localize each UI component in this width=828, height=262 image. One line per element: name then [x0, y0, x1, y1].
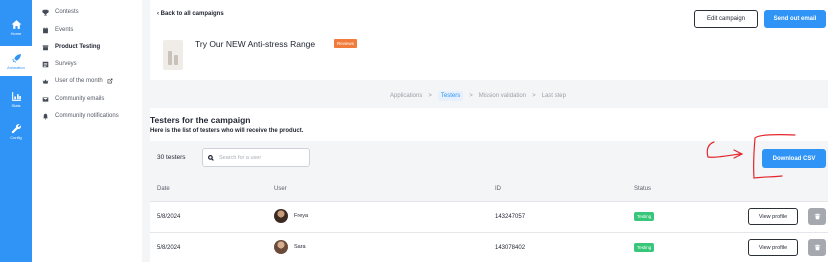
- submenu-item-surveys[interactable]: Surveys: [42, 58, 77, 70]
- download-csv-button[interactable]: Download CSV: [762, 149, 826, 168]
- box-icon: [42, 44, 49, 51]
- table-header: Date User ID Status: [150, 177, 828, 201]
- table-row: 5/8/2024 Sara 143078402 Testing View pro…: [150, 232, 828, 262]
- search-input[interactable]: [219, 154, 304, 161]
- rail-item-stats[interactable]: Stats: [0, 84, 32, 114]
- external-link-icon[interactable]: [107, 78, 113, 84]
- trash-icon: [814, 213, 820, 220]
- status-badge: Testing: [634, 212, 655, 221]
- user-name: Sara: [294, 244, 306, 250]
- step-applications[interactable]: Applications: [390, 93, 422, 99]
- row-id: 143247057: [495, 214, 526, 220]
- nav-rail: Home Animation Stats Config: [0, 0, 32, 262]
- submenu-label: Events: [55, 27, 74, 33]
- campaign-header: ‹ Back to all campaigns Edit campaign Se…: [150, 0, 828, 80]
- app: Home Animation Stats Config Contests Eve…: [0, 0, 828, 262]
- submenu-item-community-notifications[interactable]: Community notifications: [42, 110, 119, 122]
- avatar: [274, 209, 288, 223]
- crown-icon: [42, 78, 49, 85]
- column-id[interactable]: ID: [495, 186, 501, 192]
- wrench-icon: [11, 123, 21, 133]
- step-testers[interactable]: Testers: [437, 91, 464, 101]
- table-row: 5/8/2024 Freya 143247057 Testing View pr…: [150, 201, 828, 232]
- rail-label: Stats: [11, 102, 21, 108]
- user-name: Freya: [294, 213, 309, 219]
- step-last-step[interactable]: Last step: [542, 93, 566, 99]
- step-mission-validation[interactable]: Mission validation: [479, 93, 526, 99]
- search-icon: [208, 154, 214, 161]
- testers-count: 30 testers: [157, 154, 186, 161]
- column-user[interactable]: User: [274, 186, 287, 192]
- product-image: [163, 40, 183, 70]
- submenu-item-product-testing[interactable]: Product Testing: [42, 41, 100, 53]
- calendar-icon: [42, 27, 49, 34]
- rail-label: Home: [10, 30, 22, 36]
- submenu-item-user-of-the-month[interactable]: User of the month: [42, 75, 113, 87]
- step-separator: >: [532, 93, 536, 99]
- row-id: 143078402: [495, 245, 526, 251]
- survey-icon: [42, 61, 49, 68]
- submenu-item-events[interactable]: Events: [42, 24, 73, 36]
- delete-button[interactable]: [808, 239, 826, 256]
- mail-icon: [42, 96, 49, 103]
- trophy-icon: [42, 9, 49, 16]
- section-title: Testers for the campaign: [150, 115, 251, 125]
- main-content: ‹ Back to all campaigns Edit campaign Se…: [142, 0, 828, 262]
- avatar: [274, 240, 288, 254]
- edit-campaign-button[interactable]: Edit campaign: [694, 10, 758, 28]
- submenu-label: Surveys: [55, 61, 77, 67]
- column-date[interactable]: Date: [157, 186, 170, 192]
- step-separator: >: [469, 93, 473, 99]
- section-subtitle: Here is the list of testers who will rec…: [150, 128, 304, 134]
- rail-label: Animation: [7, 64, 25, 70]
- view-profile-button[interactable]: View profile: [748, 208, 798, 225]
- rail-item-animation[interactable]: Animation: [0, 46, 32, 76]
- back-to-campaigns-link[interactable]: ‹ Back to all campaigns: [157, 11, 224, 17]
- step-separator: >: [428, 93, 432, 99]
- row-date: 5/8/2024: [157, 214, 181, 220]
- submenu-label: Contests: [55, 9, 79, 15]
- row-user[interactable]: Sara: [274, 240, 306, 254]
- step-breadcrumb: Applications > Testers > Mission validat…: [390, 91, 566, 101]
- column-status[interactable]: Status: [634, 186, 651, 192]
- trash-icon: [814, 244, 820, 251]
- rail-item-config[interactable]: Config: [0, 116, 32, 146]
- row-date: 5/8/2024: [157, 245, 181, 251]
- row-user[interactable]: Freya: [274, 209, 308, 223]
- user-search[interactable]: [202, 148, 310, 167]
- delete-button[interactable]: [808, 208, 826, 225]
- submenu-item-community-emails[interactable]: Community emails: [42, 93, 104, 105]
- submenu-label: Product Testing: [55, 44, 101, 50]
- submenu-label: Community notifications: [55, 113, 119, 119]
- sub-navigation: Contests Events Product Testing Surveys …: [32, 0, 142, 262]
- status-badge: Testing: [634, 243, 655, 252]
- bell-icon: [42, 113, 49, 120]
- chart-icon: [11, 91, 21, 101]
- testers-section: Testers for the campaign Here is the lis…: [150, 108, 828, 262]
- submenu-label: Community emails: [55, 96, 105, 102]
- rocket-icon: [11, 53, 21, 63]
- submenu-item-contests[interactable]: Contests: [42, 6, 79, 18]
- campaign-title: Try Our NEW Anti-stress Range: [195, 39, 316, 49]
- rail-label: Config: [10, 134, 22, 140]
- rail-item-home[interactable]: Home: [0, 12, 32, 42]
- view-profile-button[interactable]: View profile: [748, 239, 798, 256]
- home-icon: [11, 19, 21, 29]
- submenu-label: User of the month: [55, 78, 103, 84]
- send-email-button[interactable]: Send out email: [764, 10, 826, 28]
- campaign-type-badge: Reviews: [334, 39, 358, 48]
